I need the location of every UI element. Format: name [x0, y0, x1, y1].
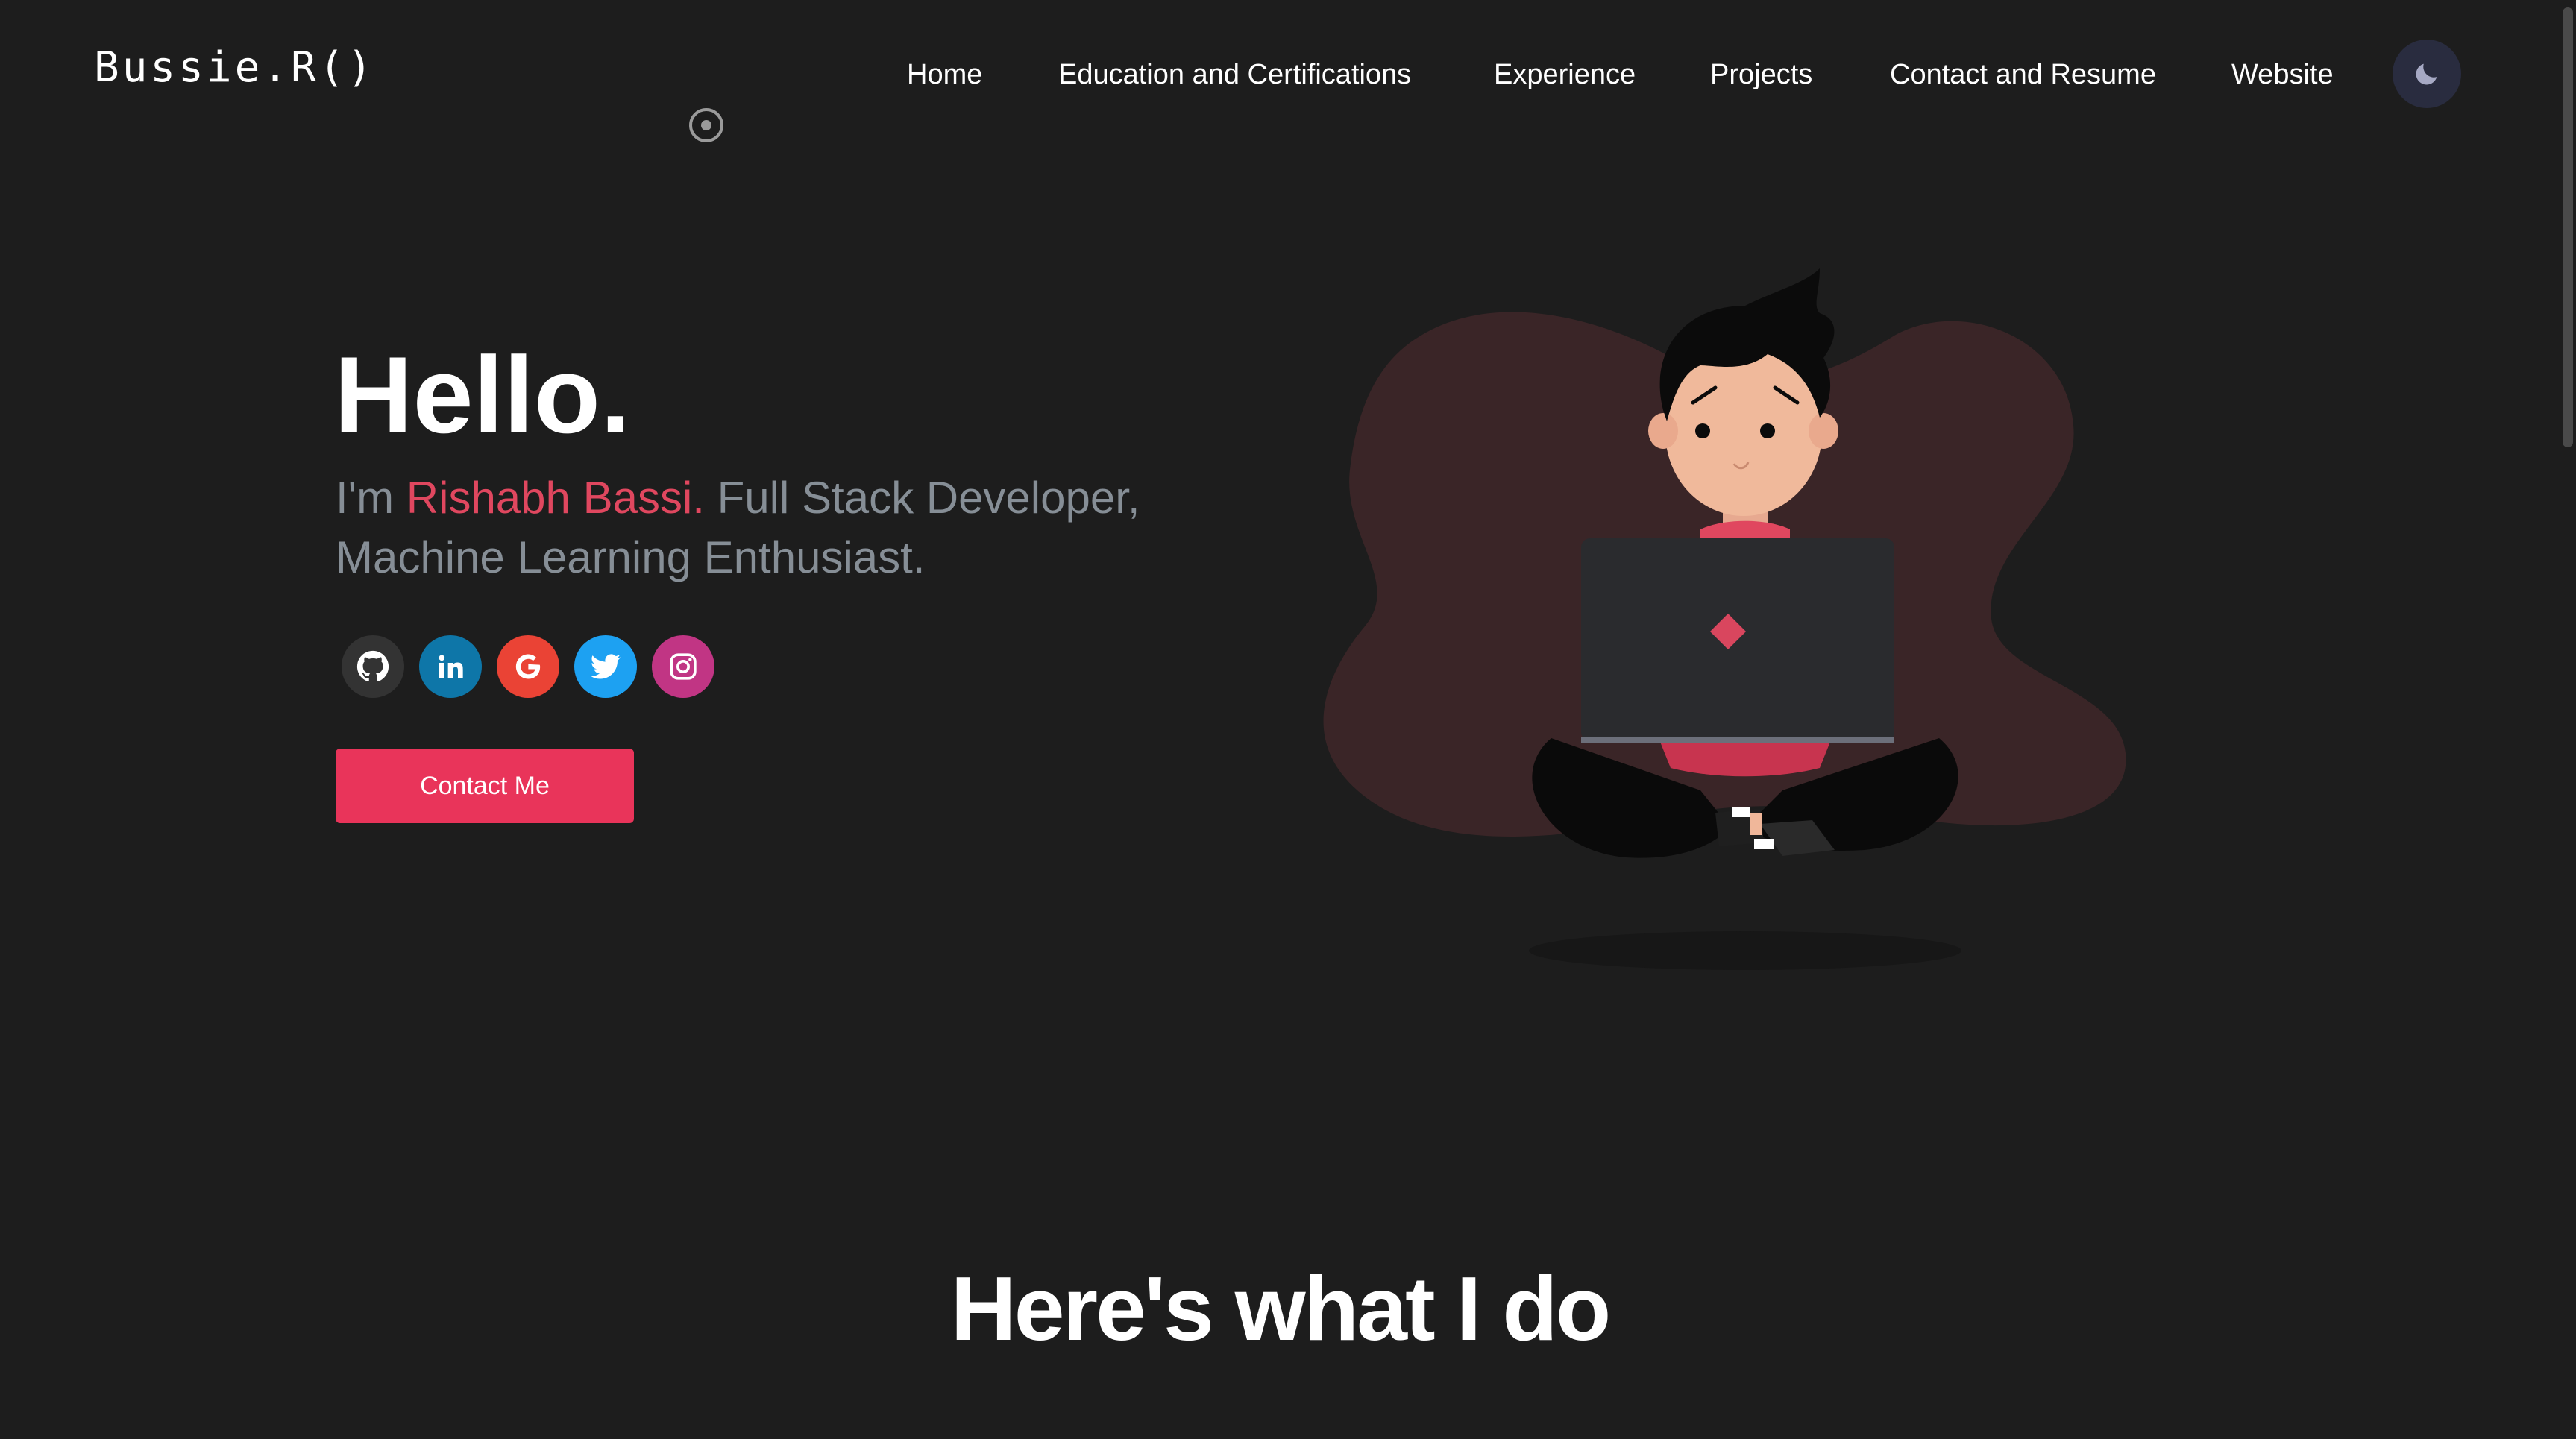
social-google[interactable] [497, 635, 559, 698]
cursor-ring-icon [689, 108, 723, 142]
page: Bussie.R() Home Education and Certificat… [0, 0, 2576, 1439]
linkedin-icon [439, 655, 463, 678]
nav-education[interactable]: Education and Certifications [1058, 52, 1411, 97]
scrollbar-thumb[interactable] [2563, 7, 2573, 447]
nav-contact-resume[interactable]: Contact and Resume [1890, 52, 2156, 97]
scrollbar-track[interactable] [2560, 0, 2576, 1439]
hero-intro: I'm Rishabh Bassi. Full Stack Developer,… [336, 468, 1231, 588]
nav-projects[interactable]: Projects [1710, 52, 1812, 97]
social-github[interactable] [342, 635, 404, 698]
github-icon [356, 650, 389, 682]
hero-name: Rishabh Bassi. [406, 473, 705, 523]
nav-website[interactable]: Website [2231, 52, 2334, 97]
social-instagram[interactable] [652, 635, 714, 698]
instagram-icon [670, 653, 697, 680]
hero-greeting: Hello. [334, 334, 631, 456]
nav-experience[interactable]: Experience [1494, 52, 1636, 97]
intro-prefix: I'm [336, 473, 406, 523]
social-twitter[interactable] [574, 635, 637, 698]
contact-me-button[interactable]: Contact Me [336, 749, 634, 823]
section-title-what-i-do: Here's what I do [950, 1258, 1612, 1359]
social-linkedin[interactable] [419, 635, 482, 698]
twitter-icon [590, 654, 621, 679]
google-icon [515, 654, 541, 679]
nav-home[interactable]: Home [907, 52, 982, 97]
main-nav: Home Education and Certifications Experi… [0, 52, 2576, 97]
moon-icon [2416, 63, 2437, 85]
theme-toggle-button[interactable] [2393, 40, 2461, 108]
developer-illustration [1323, 268, 2126, 970]
